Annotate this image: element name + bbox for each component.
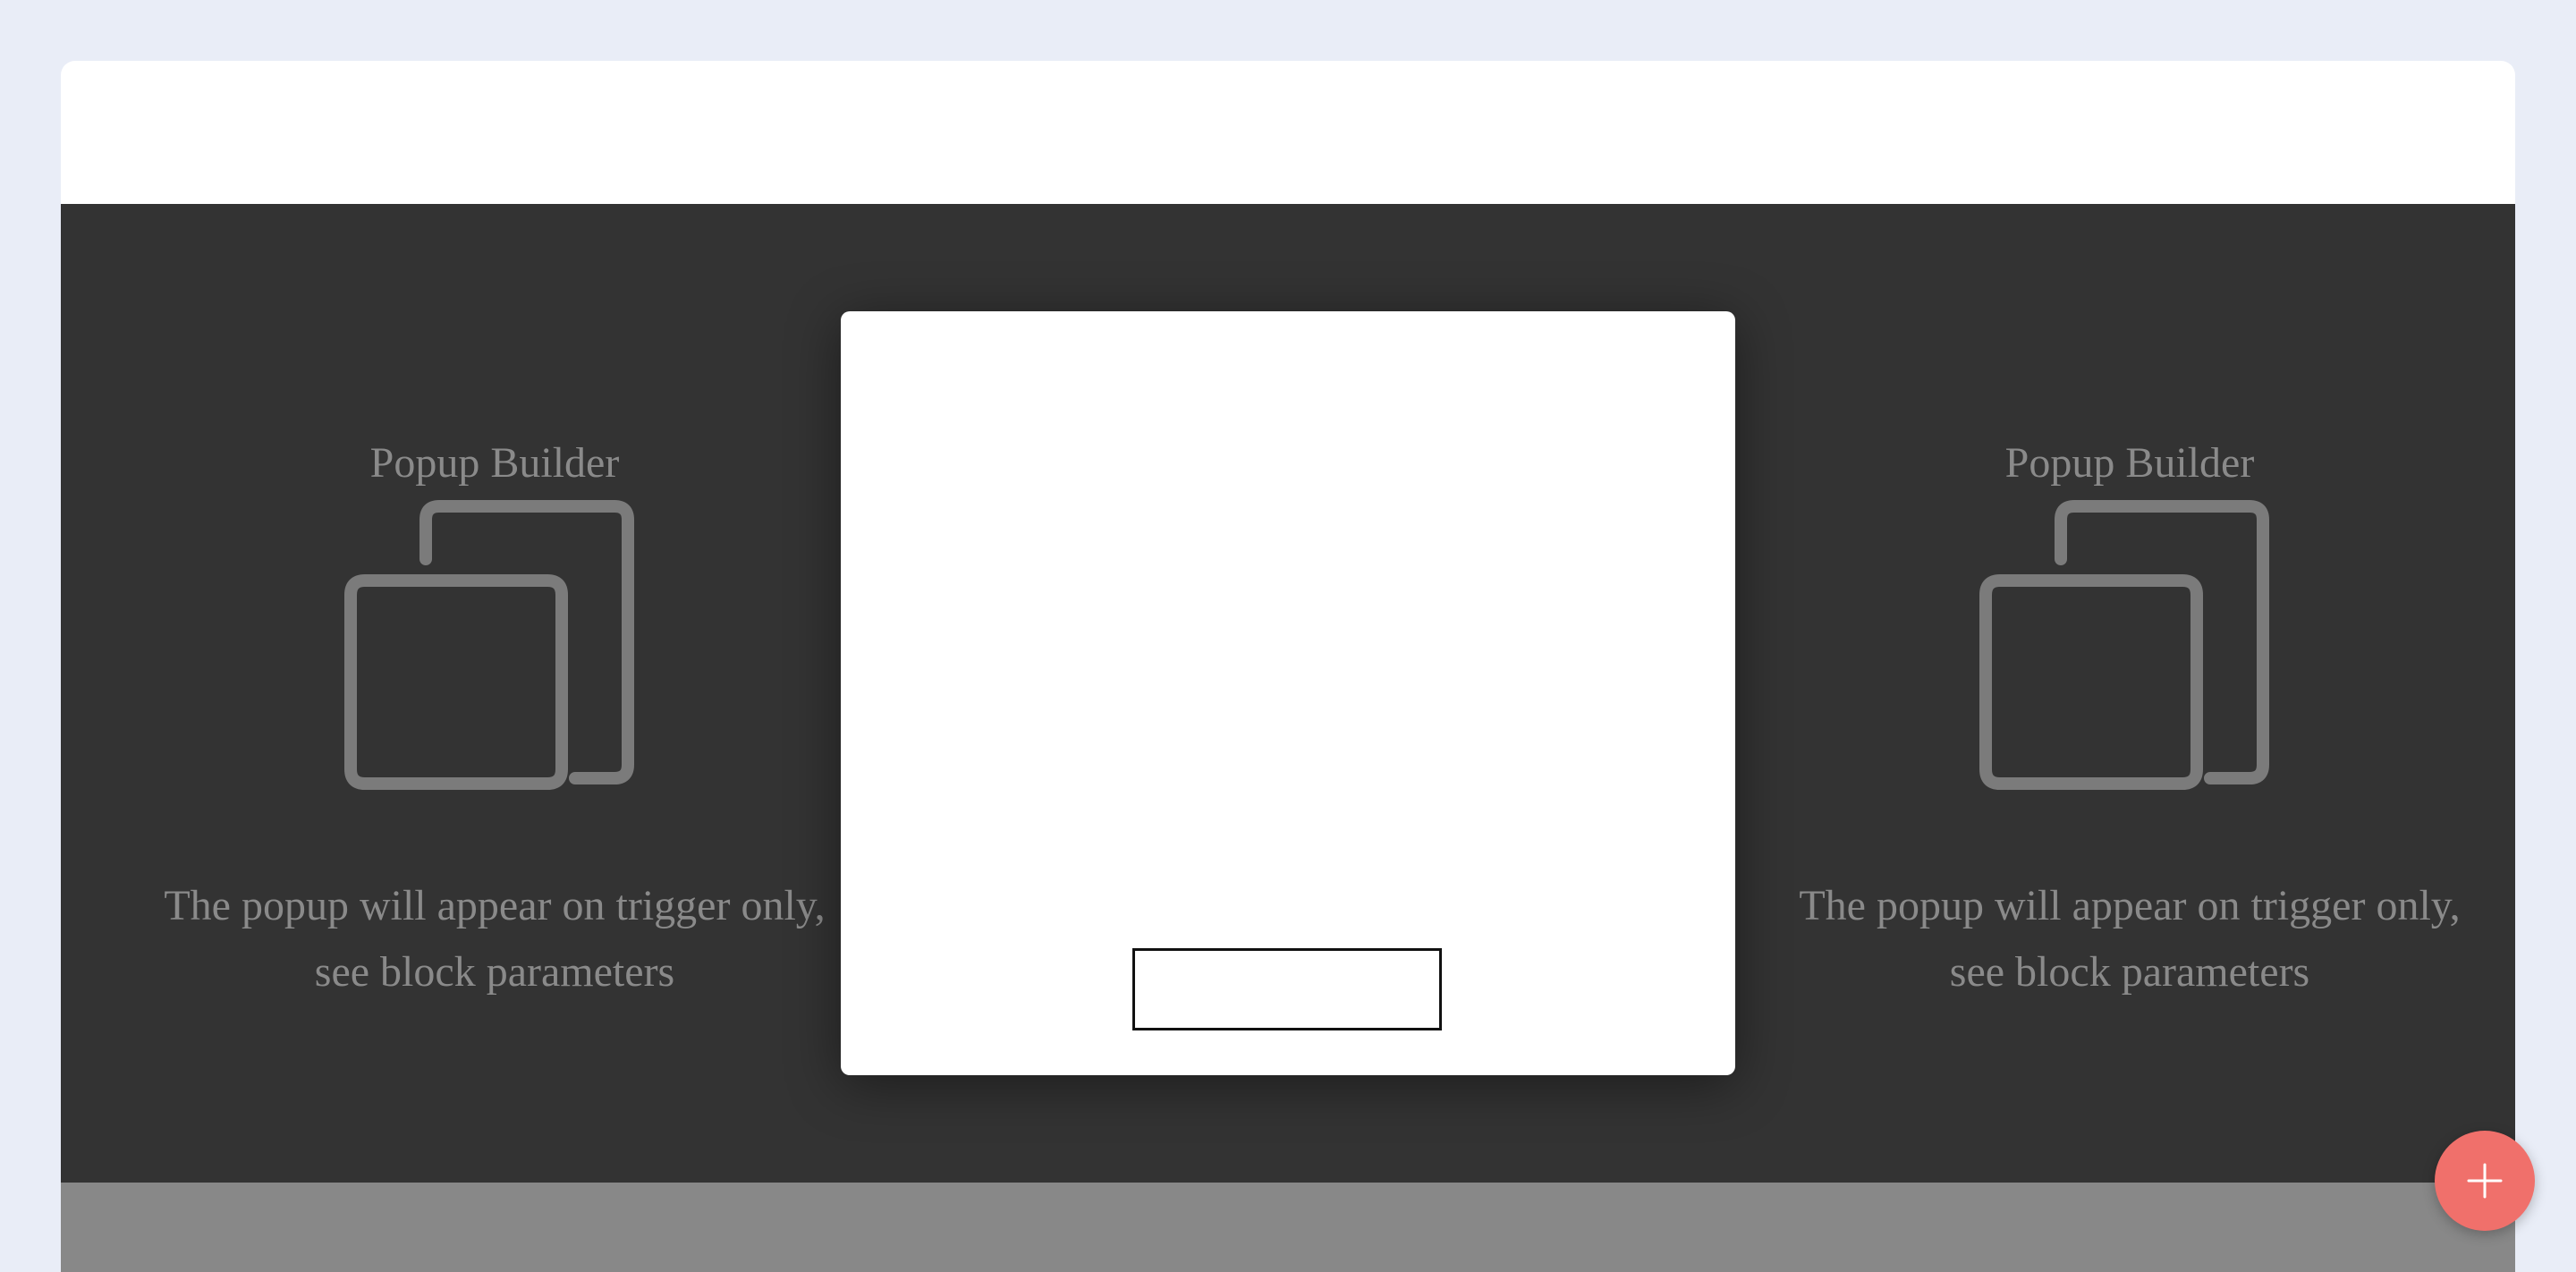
popup-placeholder-left[interactable]: Popup Builder The popup will appear on t… xyxy=(141,204,848,1183)
popup-layers-icon xyxy=(344,500,634,790)
placeholder-title: Popup Builder xyxy=(369,439,620,487)
placeholder-description: The popup will appear on trigger only, s… xyxy=(1799,882,2461,996)
popup-modal[interactable] xyxy=(841,311,1735,1075)
placeholder-description: The popup will appear on trigger only, s… xyxy=(164,882,826,996)
add-block-button[interactable] xyxy=(2435,1131,2535,1231)
plus-icon xyxy=(2467,1163,2503,1199)
popup-button[interactable] xyxy=(1132,948,1442,1030)
next-section[interactable] xyxy=(61,1183,2515,1272)
placeholder-title: Popup Builder xyxy=(2004,439,2255,487)
popup-placeholder-right[interactable]: Popup Builder The popup will appear on t… xyxy=(1776,204,2483,1183)
popup-layers-icon xyxy=(1979,500,2269,790)
